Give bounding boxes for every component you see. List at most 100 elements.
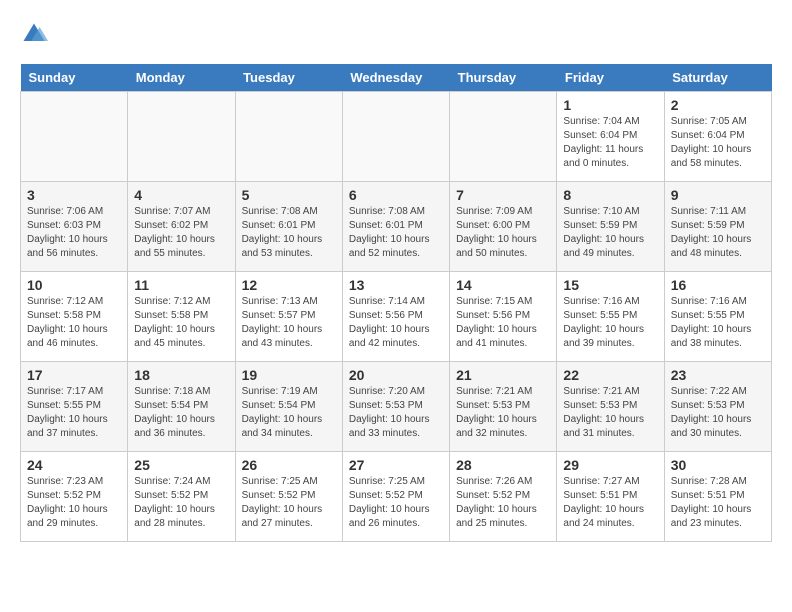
calendar-cell: 11 Sunrise: 7:12 AMSunset: 5:58 PMDayligh… xyxy=(128,272,235,362)
day-number: 23 xyxy=(671,367,765,383)
day-number: 27 xyxy=(349,457,443,473)
calendar-week-row: 10 Sunrise: 7:12 AMSunset: 5:58 PMDayligh… xyxy=(21,272,772,362)
day-number: 7 xyxy=(456,187,550,203)
day-number: 28 xyxy=(456,457,550,473)
calendar-cell: 6 Sunrise: 7:08 AMSunset: 6:01 PMDaylight… xyxy=(342,182,449,272)
calendar-cell xyxy=(21,92,128,182)
calendar-cell: 9Sunrise: 7:11 AMSunset: 5:59 PMDaylight… xyxy=(664,182,771,272)
day-info: Sunrise: 7:19 AMSunset: 5:54 PMDaylight:… xyxy=(242,385,336,441)
column-header-monday: Monday xyxy=(128,64,235,92)
day-info: Sunrise: 7:21 AMSunset: 5:53 PMDaylight:… xyxy=(456,385,550,441)
calendar-cell: 25 Sunrise: 7:24 AMSunset: 5:52 PMDayligh… xyxy=(128,452,235,542)
calendar-cell: 26 Sunrise: 7:25 AMSunset: 5:52 PMDayligh… xyxy=(235,452,342,542)
day-info: Sunrise: 7:15 AMSunset: 5:56 PMDaylight:… xyxy=(456,295,550,351)
day-info: Sunrise: 7:04 AMSunset: 6:04 PMDaylight:… xyxy=(563,115,657,171)
day-info: Sunrise: 7:16 AMSunset: 5:55 PMDaylight:… xyxy=(563,295,657,351)
day-number: 13 xyxy=(349,277,443,293)
day-number: 6 xyxy=(349,187,443,203)
day-info: Sunrise: 7:05 AMSunset: 6:04 PMDaylight:… xyxy=(671,115,765,171)
calendar-cell: 27 Sunrise: 7:25 AMSunset: 5:52 PMDayligh… xyxy=(342,452,449,542)
day-info: Sunrise: 7:25 AMSunset: 5:52 PMDaylight:… xyxy=(242,475,336,531)
day-number: 10 xyxy=(27,277,121,293)
calendar-cell: 28 Sunrise: 7:26 AMSunset: 5:52 PMDayligh… xyxy=(450,452,557,542)
day-number: 30 xyxy=(671,457,765,473)
column-header-tuesday: Tuesday xyxy=(235,64,342,92)
day-number: 14 xyxy=(456,277,550,293)
calendar-cell: 10 Sunrise: 7:12 AMSunset: 5:58 PMDayligh… xyxy=(21,272,128,362)
day-info: Sunrise: 7:21 AMSunset: 5:53 PMDaylight:… xyxy=(563,385,657,441)
calendar-week-row: 24 Sunrise: 7:23 AMSunset: 5:52 PMDayligh… xyxy=(21,452,772,542)
day-info: Sunrise: 7:23 AMSunset: 5:52 PMDaylight:… xyxy=(27,475,121,531)
day-info: Sunrise: 7:20 AMSunset: 5:53 PMDaylight:… xyxy=(349,385,443,441)
day-number: 26 xyxy=(242,457,336,473)
day-number: 20 xyxy=(349,367,443,383)
calendar-cell: 13 Sunrise: 7:14 AMSunset: 5:56 PMDayligh… xyxy=(342,272,449,362)
day-info: Sunrise: 7:18 AMSunset: 5:54 PMDaylight:… xyxy=(134,385,228,441)
calendar-table: SundayMondayTuesdayWednesdayThursdayFrid… xyxy=(20,64,772,542)
day-number: 17 xyxy=(27,367,121,383)
column-header-wednesday: Wednesday xyxy=(342,64,449,92)
calendar-week-row: 3 Sunrise: 7:06 AMSunset: 6:03 PMDaylight… xyxy=(21,182,772,272)
day-info: Sunrise: 7:26 AMSunset: 5:52 PMDaylight:… xyxy=(456,475,550,531)
day-number: 15 xyxy=(563,277,657,293)
calendar-cell: 15 Sunrise: 7:16 AMSunset: 5:55 PMDayligh… xyxy=(557,272,664,362)
day-info: Sunrise: 7:07 AMSunset: 6:02 PMDaylight:… xyxy=(134,205,228,261)
column-header-saturday: Saturday xyxy=(664,64,771,92)
day-number: 5 xyxy=(242,187,336,203)
day-info: Sunrise: 7:12 AMSunset: 5:58 PMDaylight:… xyxy=(134,295,228,351)
calendar-cell: 18 Sunrise: 7:18 AMSunset: 5:54 PMDayligh… xyxy=(128,362,235,452)
calendar-cell: 3 Sunrise: 7:06 AMSunset: 6:03 PMDaylight… xyxy=(21,182,128,272)
day-number: 21 xyxy=(456,367,550,383)
day-number: 3 xyxy=(27,187,121,203)
day-info: Sunrise: 7:28 AMSunset: 5:51 PMDaylight:… xyxy=(671,475,765,531)
day-info: Sunrise: 7:14 AMSunset: 5:56 PMDaylight:… xyxy=(349,295,443,351)
calendar-cell: 20 Sunrise: 7:20 AMSunset: 5:53 PMDayligh… xyxy=(342,362,449,452)
day-number: 22 xyxy=(563,367,657,383)
day-number: 11 xyxy=(134,277,228,293)
calendar-cell: 4 Sunrise: 7:07 AMSunset: 6:02 PMDaylight… xyxy=(128,182,235,272)
day-info: Sunrise: 7:16 AMSunset: 5:55 PMDaylight:… xyxy=(671,295,765,351)
calendar-cell: 19Sunrise: 7:19 AMSunset: 5:54 PMDayligh… xyxy=(235,362,342,452)
calendar-cell: 1 Sunrise: 7:04 AMSunset: 6:04 PMDaylight… xyxy=(557,92,664,182)
day-number: 25 xyxy=(134,457,228,473)
calendar-cell xyxy=(450,92,557,182)
day-number: 18 xyxy=(134,367,228,383)
day-number: 24 xyxy=(27,457,121,473)
day-info: Sunrise: 7:13 AMSunset: 5:57 PMDaylight:… xyxy=(242,295,336,351)
page-header xyxy=(20,20,772,48)
logo-icon xyxy=(20,20,48,48)
calendar-cell: 24 Sunrise: 7:23 AMSunset: 5:52 PMDayligh… xyxy=(21,452,128,542)
calendar-cell: 23Sunrise: 7:22 AMSunset: 5:53 PMDayligh… xyxy=(664,362,771,452)
calendar-cell: 2Sunrise: 7:05 AMSunset: 6:04 PMDaylight… xyxy=(664,92,771,182)
calendar-week-row: 17Sunrise: 7:17 AMSunset: 5:55 PMDayligh… xyxy=(21,362,772,452)
day-number: 9 xyxy=(671,187,765,203)
day-info: Sunrise: 7:08 AMSunset: 6:01 PMDaylight:… xyxy=(242,205,336,261)
calendar-header-row: SundayMondayTuesdayWednesdayThursdayFrid… xyxy=(21,64,772,92)
day-info: Sunrise: 7:08 AMSunset: 6:01 PMDaylight:… xyxy=(349,205,443,261)
day-number: 12 xyxy=(242,277,336,293)
day-info: Sunrise: 7:25 AMSunset: 5:52 PMDaylight:… xyxy=(349,475,443,531)
calendar-cell: 5 Sunrise: 7:08 AMSunset: 6:01 PMDaylight… xyxy=(235,182,342,272)
day-info: Sunrise: 7:24 AMSunset: 5:52 PMDaylight:… xyxy=(134,475,228,531)
day-number: 1 xyxy=(563,97,657,113)
column-header-friday: Friday xyxy=(557,64,664,92)
calendar-cell: 22 Sunrise: 7:21 AMSunset: 5:53 PMDayligh… xyxy=(557,362,664,452)
calendar-cell: 30 Sunrise: 7:28 AMSunset: 5:51 PMDayligh… xyxy=(664,452,771,542)
calendar-cell: 14 Sunrise: 7:15 AMSunset: 5:56 PMDayligh… xyxy=(450,272,557,362)
calendar-cell: 17Sunrise: 7:17 AMSunset: 5:55 PMDayligh… xyxy=(21,362,128,452)
day-number: 16 xyxy=(671,277,765,293)
day-info: Sunrise: 7:09 AMSunset: 6:00 PMDaylight:… xyxy=(456,205,550,261)
calendar-cell xyxy=(235,92,342,182)
day-info: Sunrise: 7:12 AMSunset: 5:58 PMDaylight:… xyxy=(27,295,121,351)
calendar-cell: 8Sunrise: 7:10 AMSunset: 5:59 PMDaylight… xyxy=(557,182,664,272)
calendar-cell: 7 Sunrise: 7:09 AMSunset: 6:00 PMDaylight… xyxy=(450,182,557,272)
day-number: 4 xyxy=(134,187,228,203)
calendar-cell: 29Sunrise: 7:27 AMSunset: 5:51 PMDayligh… xyxy=(557,452,664,542)
day-info: Sunrise: 7:10 AMSunset: 5:59 PMDaylight:… xyxy=(563,205,657,261)
day-number: 29 xyxy=(563,457,657,473)
logo xyxy=(20,20,52,48)
column-header-thursday: Thursday xyxy=(450,64,557,92)
calendar-week-row: 1 Sunrise: 7:04 AMSunset: 6:04 PMDaylight… xyxy=(21,92,772,182)
day-info: Sunrise: 7:06 AMSunset: 6:03 PMDaylight:… xyxy=(27,205,121,261)
calendar-cell xyxy=(128,92,235,182)
